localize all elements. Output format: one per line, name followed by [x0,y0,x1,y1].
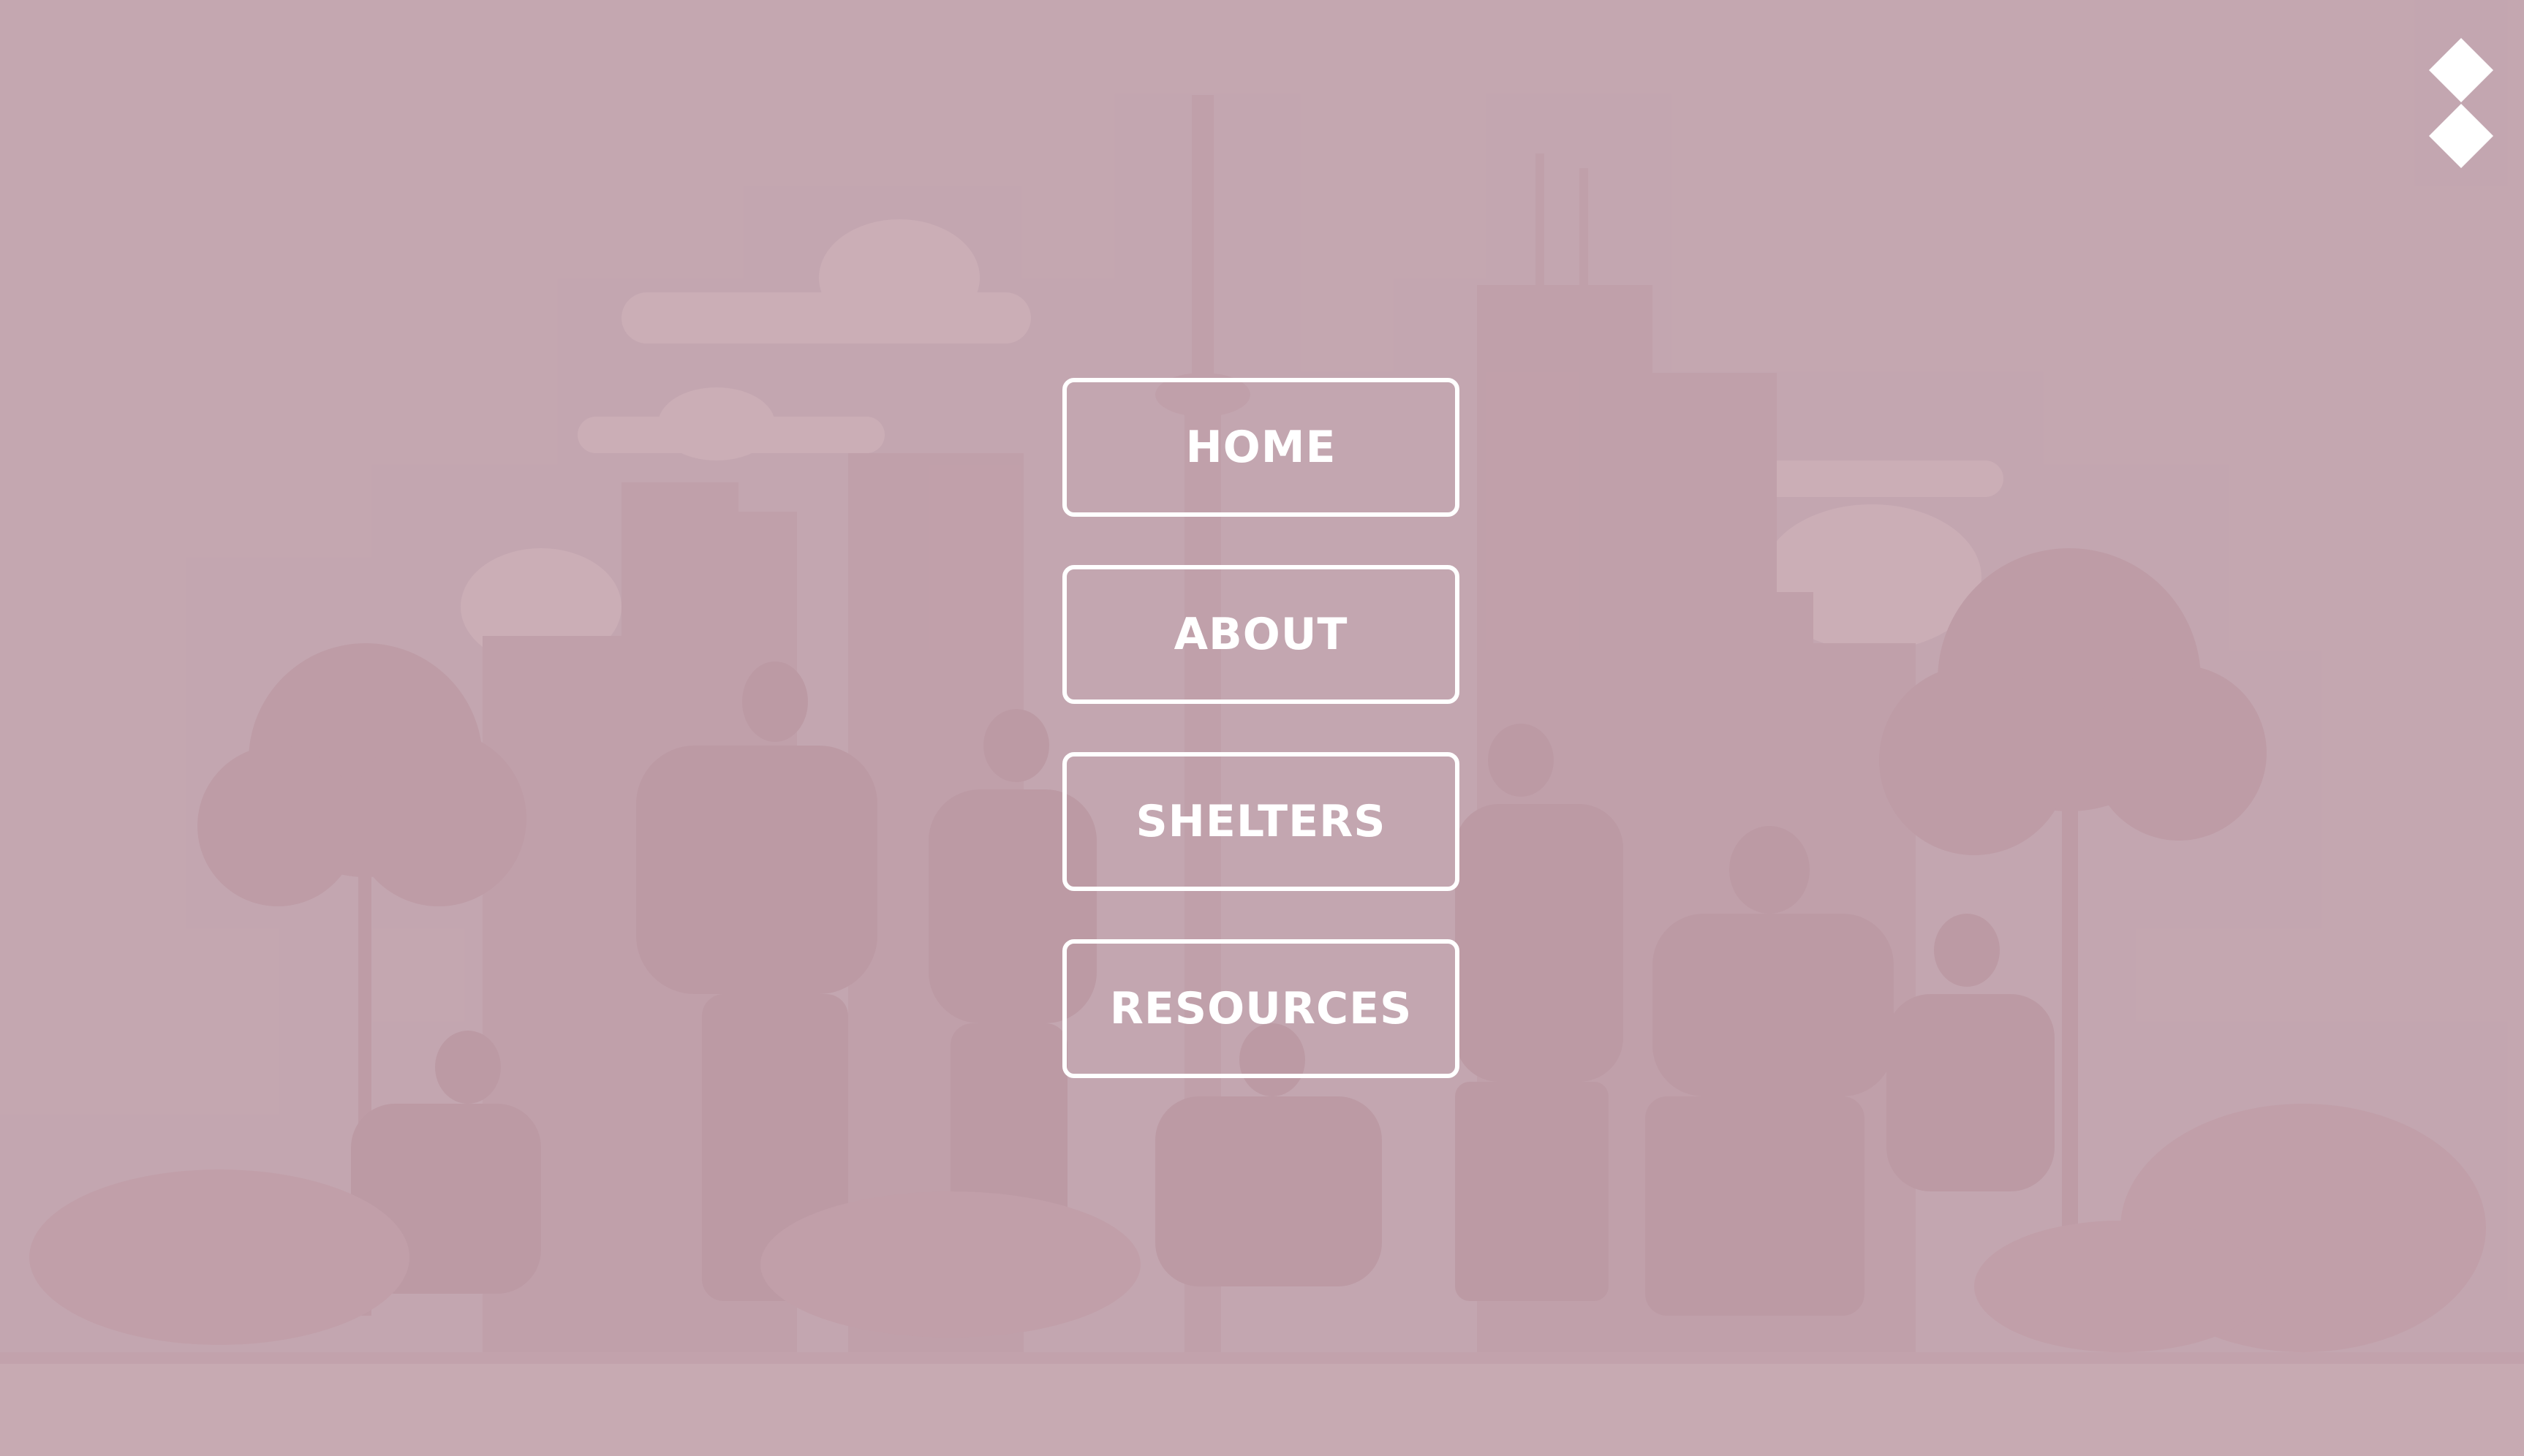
main-navigation-menu: HOME ABOUT SHELTERS RESOURCES [1062,378,1459,1126]
menu-overlay-page: HOME ABOUT SHELTERS RESOURCES [0,0,2524,1456]
nav-shelters-button[interactable]: SHELTERS [1062,752,1459,891]
nav-home-button[interactable]: HOME [1062,378,1459,517]
close-icon[interactable] [2426,38,2496,170]
nav-about-button[interactable]: ABOUT [1062,565,1459,704]
nav-resources-button[interactable]: RESOURCES [1062,939,1459,1078]
